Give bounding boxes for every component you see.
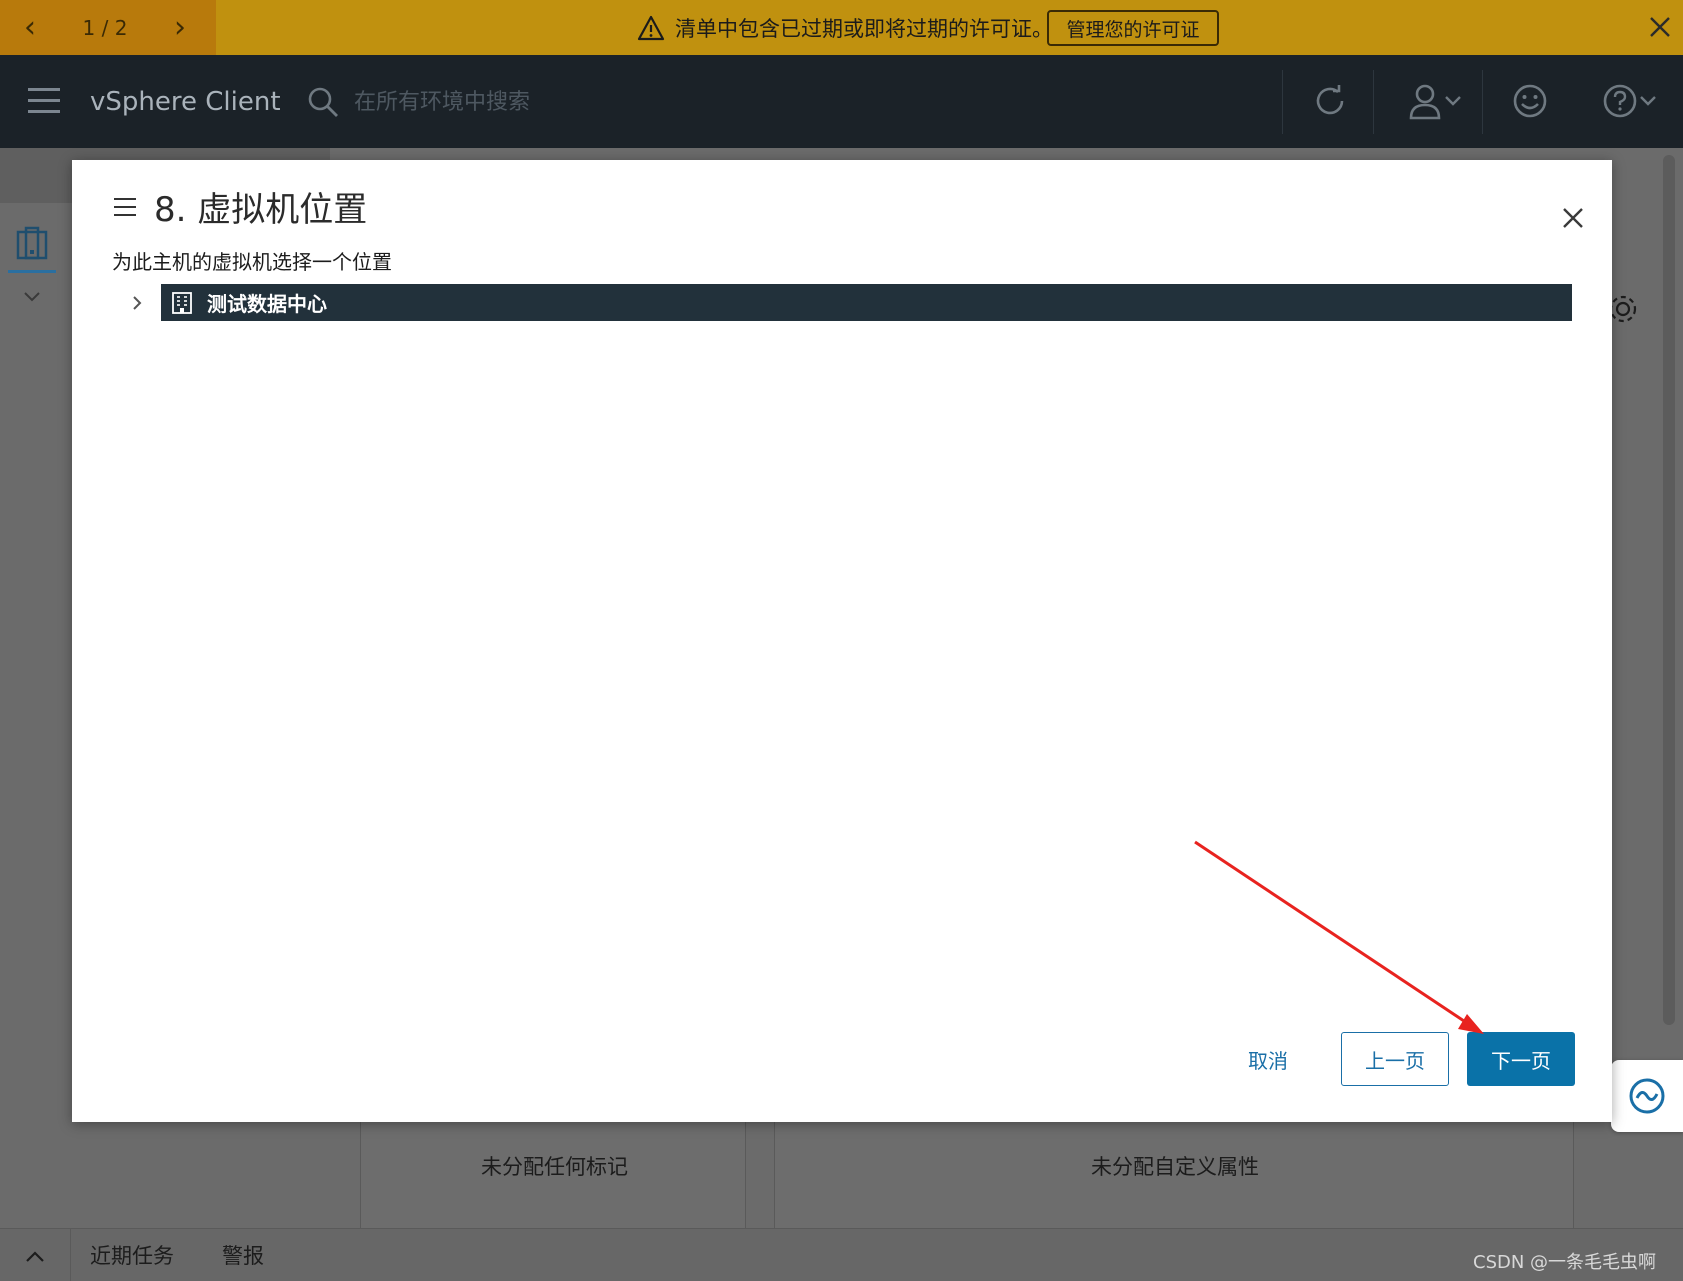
- manage-licenses-button[interactable]: 管理您的许可证: [1047, 10, 1219, 46]
- main-menu-icon[interactable]: [28, 88, 60, 116]
- banner-page-indicator: 1 / 2: [82, 15, 128, 40]
- tree-expand-toggle[interactable]: [124, 290, 150, 316]
- smiley-icon: [1513, 84, 1547, 118]
- dialog-description: 为此主机的虚拟机选择一个位置: [112, 250, 392, 274]
- divider: [70, 1228, 71, 1281]
- chevron-right-icon: [133, 296, 142, 310]
- chevron-left-icon[interactable]: ‹: [0, 0, 60, 55]
- global-search[interactable]: [306, 82, 786, 122]
- expand-tasks-button[interactable]: [10, 1236, 60, 1276]
- steps-menu-icon[interactable]: [114, 198, 136, 222]
- assistant-float-button[interactable]: [1611, 1060, 1683, 1132]
- attributes-empty-text: 未分配自定义属性: [1091, 1155, 1259, 1179]
- watermark: CSDN @一条毛毛虫啊: [1473, 1252, 1657, 1273]
- banner-message-text: 清单中包含已过期或即将过期的许可证。: [675, 16, 1053, 41]
- page-scrollbar-thumb[interactable]: [1663, 155, 1675, 1025]
- help-icon: [1603, 84, 1637, 118]
- active-tab-indicator: [8, 270, 56, 273]
- banner-close-button[interactable]: [1643, 8, 1677, 48]
- divider: [1482, 70, 1483, 134]
- divider: [1282, 70, 1283, 134]
- chevron-right-icon[interactable]: ›: [150, 0, 210, 55]
- warning-icon: [637, 15, 665, 40]
- search-icon: [308, 87, 338, 117]
- tree-node-label: 测试数据中心: [207, 292, 327, 316]
- app-title: vSphere Client: [90, 87, 281, 117]
- close-icon: [1563, 208, 1583, 228]
- datacenter-icon: [172, 291, 192, 314]
- dialog-title: 8. 虚拟机位置: [154, 190, 368, 230]
- close-icon: [1650, 17, 1670, 37]
- chevron-down-icon[interactable]: [22, 290, 42, 304]
- cancel-button[interactable]: 取消: [1228, 1032, 1308, 1086]
- search-input[interactable]: [352, 88, 772, 116]
- next-button[interactable]: 下一页: [1467, 1032, 1575, 1086]
- banner-message: 清单中包含已过期或即将过期的许可证。: [637, 0, 1053, 55]
- dialog-close-button[interactable]: [1555, 200, 1591, 236]
- chevron-down-icon: [1445, 96, 1461, 106]
- tags-empty-text: 未分配任何标记: [481, 1155, 628, 1179]
- chevron-down-icon: [1640, 96, 1656, 106]
- tab-alarms[interactable]: 警报: [222, 1236, 264, 1276]
- assistant-icon: [1629, 1078, 1665, 1114]
- help-menu-button[interactable]: [1590, 76, 1670, 126]
- tab-recent-tasks[interactable]: 近期任务: [90, 1236, 174, 1276]
- refresh-button[interactable]: [1300, 76, 1360, 126]
- previous-button[interactable]: 上一页: [1341, 1032, 1449, 1086]
- feedback-button[interactable]: [1500, 76, 1560, 126]
- user-menu-button[interactable]: [1395, 76, 1475, 126]
- refresh-icon: [1316, 85, 1344, 115]
- banner-pager: ‹ 1 / 2 ›: [0, 0, 216, 55]
- hosts-clusters-icon[interactable]: [14, 226, 50, 262]
- tree-node-datacenter[interactable]: 测试数据中心: [161, 284, 1572, 321]
- user-icon: [1409, 84, 1441, 120]
- chevron-up-icon: [26, 1251, 44, 1262]
- divider: [1373, 70, 1374, 134]
